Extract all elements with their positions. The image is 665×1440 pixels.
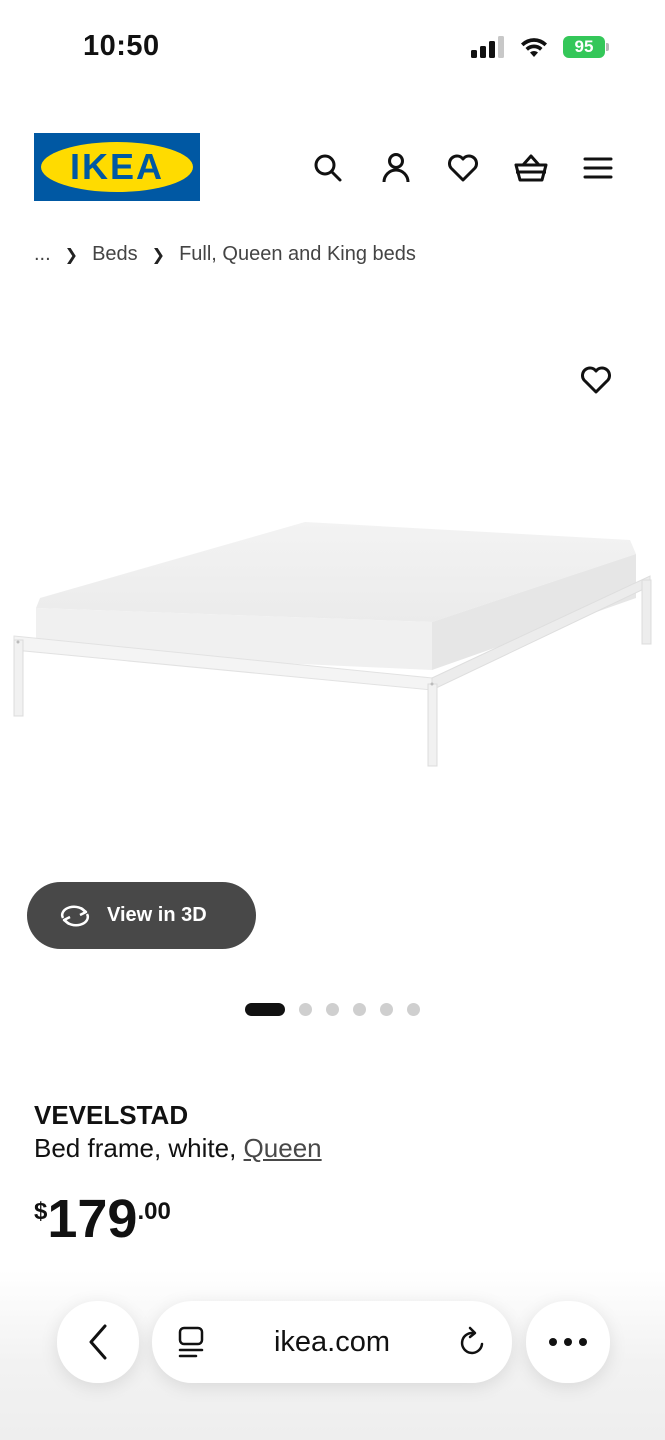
price-integer: 179 bbox=[47, 1189, 138, 1249]
add-to-favourites-button[interactable] bbox=[574, 358, 618, 402]
breadcrumb: ... ❯ Beds ❯ Full, Queen and King beds bbox=[34, 243, 416, 266]
battery-level: 95 bbox=[563, 36, 605, 58]
view-in-3d-button[interactable]: View in 3D bbox=[27, 882, 256, 949]
product-variant-link[interactable]: Queen bbox=[244, 1133, 322, 1163]
gallery-dot-active[interactable] bbox=[245, 1003, 285, 1016]
breadcrumb-item-ellipsis[interactable]: ... bbox=[34, 243, 51, 266]
svg-text:IKEA: IKEA bbox=[70, 146, 164, 187]
product-image[interactable] bbox=[0, 340, 665, 860]
heart-icon bbox=[448, 154, 478, 182]
gallery-dot[interactable] bbox=[353, 1003, 366, 1016]
rotate-3d-icon bbox=[61, 904, 89, 927]
cart-button[interactable] bbox=[509, 146, 553, 190]
breadcrumb-item-beds[interactable]: Beds bbox=[92, 243, 138, 266]
browser-back-button[interactable] bbox=[57, 1301, 139, 1383]
search-button[interactable] bbox=[306, 146, 350, 190]
search-icon bbox=[314, 154, 342, 182]
gallery-dot[interactable] bbox=[299, 1003, 312, 1016]
browser-address-bar[interactable]: ikea.com bbox=[152, 1301, 512, 1383]
product-description: Bed frame, white, Queen bbox=[34, 1133, 322, 1164]
account-button[interactable] bbox=[374, 146, 418, 190]
favourites-button[interactable] bbox=[441, 146, 485, 190]
wifi-icon bbox=[521, 38, 547, 57]
gallery-dot[interactable] bbox=[380, 1003, 393, 1016]
breadcrumb-item-full-queen-king-beds[interactable]: Full, Queen and King beds bbox=[179, 243, 416, 266]
browser-more-button[interactable] bbox=[526, 1301, 610, 1383]
hamburger-menu-icon bbox=[583, 157, 613, 179]
product-name: VEVELSTAD bbox=[34, 1100, 189, 1130]
battery-indicator: 95 bbox=[563, 36, 609, 58]
gallery-dot[interactable] bbox=[326, 1003, 339, 1016]
bed-frame-image bbox=[13, 522, 652, 767]
account-icon bbox=[382, 153, 409, 183]
status-time: 10:50 bbox=[83, 30, 160, 62]
shopping-basket-icon bbox=[514, 154, 547, 182]
gallery-pagination bbox=[245, 1003, 420, 1016]
price-currency: $ bbox=[34, 1198, 48, 1225]
chevron-left-icon bbox=[89, 1324, 107, 1360]
header-actions bbox=[306, 146, 620, 190]
reload-icon[interactable] bbox=[458, 1326, 488, 1358]
status-icons: 95 bbox=[471, 36, 609, 58]
logo-mark: IKEA bbox=[41, 142, 193, 192]
product-price: $ 179 .00 bbox=[34, 1190, 171, 1248]
menu-button[interactable] bbox=[576, 146, 620, 190]
cellular-signal-icon bbox=[471, 36, 504, 58]
gallery-dot[interactable] bbox=[407, 1003, 420, 1016]
chevron-right-icon: ❯ bbox=[151, 246, 166, 264]
ikea-logo[interactable]: IKEA bbox=[34, 133, 200, 201]
product-description-text: Bed frame, white, bbox=[34, 1133, 244, 1163]
reader-mode-icon[interactable] bbox=[176, 1326, 206, 1358]
view-in-3d-label: View in 3D bbox=[107, 904, 207, 926]
browser-url: ikea.com bbox=[273, 1325, 391, 1358]
heart-icon bbox=[581, 366, 611, 394]
price-decimal: .00 bbox=[137, 1198, 171, 1225]
chevron-right-icon: ❯ bbox=[64, 246, 79, 264]
more-horizontal-icon bbox=[549, 1338, 587, 1346]
